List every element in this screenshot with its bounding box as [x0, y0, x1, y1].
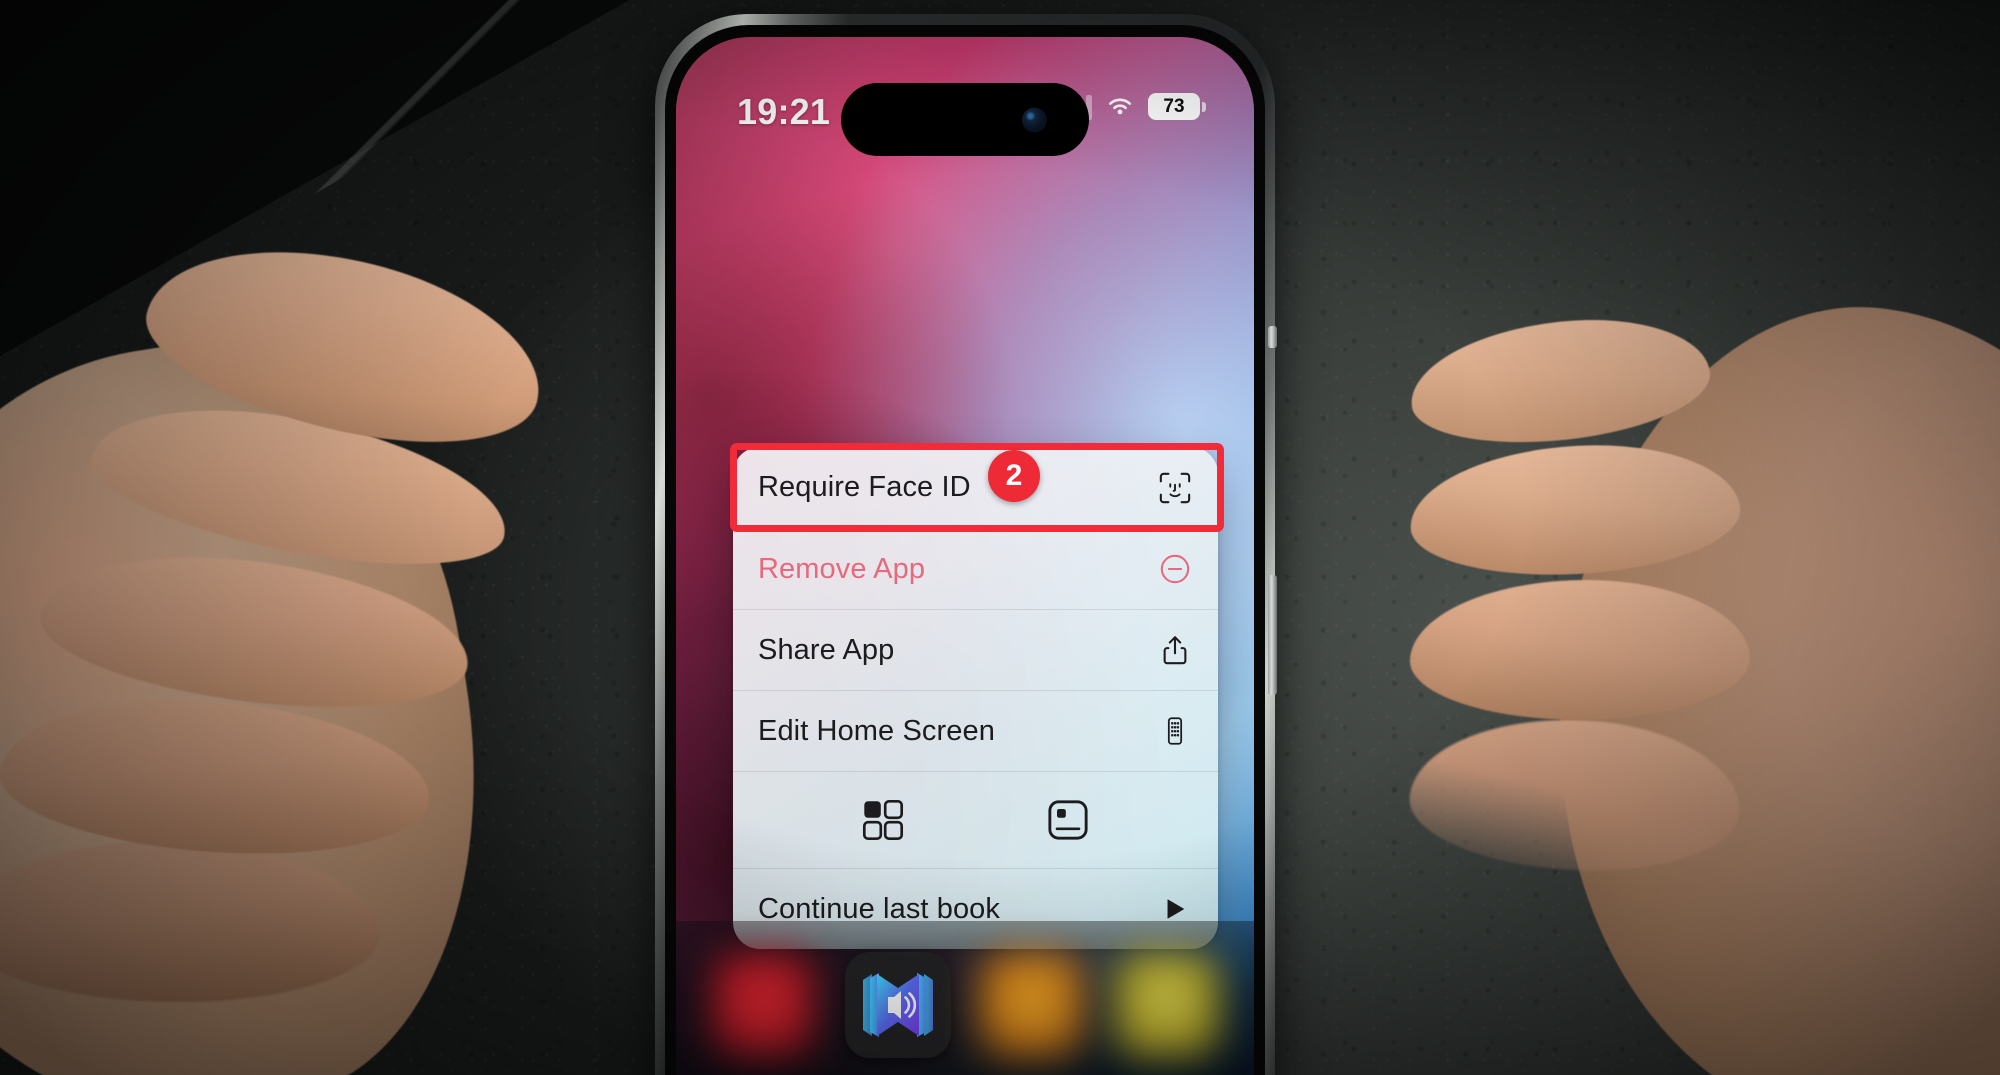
- dock-app-1[interactable]: [710, 952, 816, 1058]
- menu-item-label: Share App: [758, 633, 895, 666]
- annotation-badge-2: 2: [988, 450, 1040, 502]
- dock-app-audiobooks[interactable]: [844, 952, 951, 1058]
- menu-item-require-face-id[interactable]: Require Face ID: [733, 447, 1218, 528]
- menu-widget-size-row: [733, 771, 1218, 868]
- volume-button[interactable]: [1268, 575, 1277, 695]
- share-icon: [1157, 632, 1193, 668]
- dock: [676, 921, 1254, 1075]
- dock-app-4[interactable]: [1113, 952, 1220, 1058]
- front-camera-icon: [1022, 107, 1047, 132]
- iphone-screen: 19:21 73 Require Face ID Remove App Shar…: [676, 37, 1254, 1075]
- face-id-icon: [1157, 470, 1193, 506]
- menu-item-edit-home-screen[interactable]: Edit Home Screen: [733, 690, 1218, 771]
- menu-item-label: Remove App: [758, 552, 926, 585]
- audiobooks-icon: [862, 973, 933, 1037]
- wifi-icon: [1109, 98, 1131, 114]
- dock-icon-row: [676, 921, 1254, 1075]
- menu-item-label: Require Face ID: [758, 471, 971, 503]
- app-context-menu: Require Face ID Remove App Share App Edi…: [733, 447, 1218, 949]
- medium-widget-icon[interactable]: [1045, 797, 1091, 843]
- status-bar-time: 19:21: [737, 91, 831, 132]
- minus-circle-icon: [1157, 551, 1193, 587]
- dock-app-3[interactable]: [979, 952, 1086, 1058]
- menu-item-label: Edit Home Screen: [758, 714, 995, 747]
- dynamic-island: [841, 83, 1089, 156]
- battery-indicator: 73: [1148, 93, 1206, 120]
- menu-item-share-app[interactable]: Share App: [733, 609, 1218, 690]
- menu-item-remove-app[interactable]: Remove App: [733, 528, 1218, 609]
- power-button[interactable]: [1268, 326, 1277, 348]
- edit-home-screen-icon: [1157, 713, 1193, 749]
- screenshot-scene: 19:21 73 Require Face ID Remove App Shar…: [0, 0, 2000, 1075]
- small-widget-icon[interactable]: [860, 797, 906, 843]
- battery-percent-label: 73: [1163, 96, 1185, 117]
